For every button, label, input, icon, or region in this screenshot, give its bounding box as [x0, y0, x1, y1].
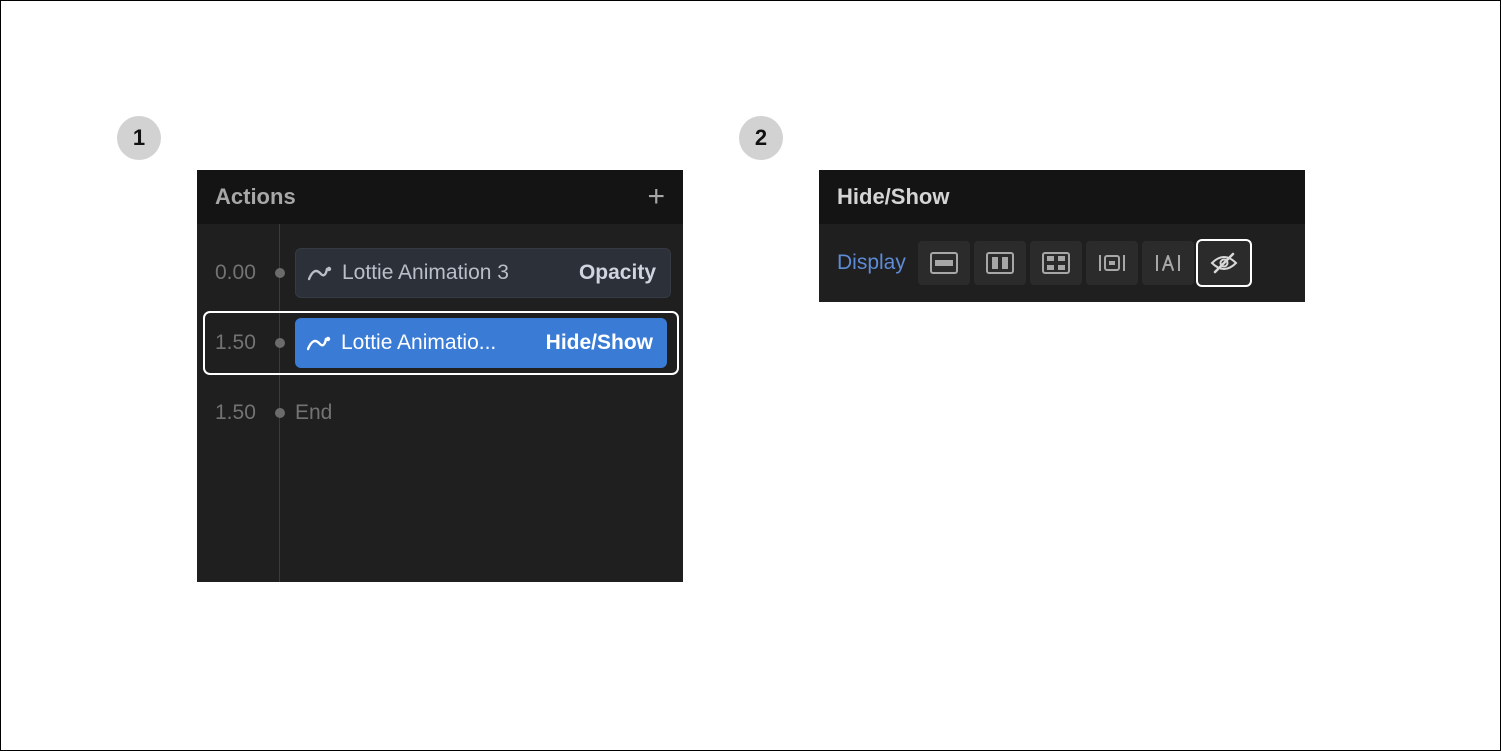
action-property: Hide/Show: [546, 331, 653, 355]
hideshow-panel-title: Hide/Show: [837, 184, 949, 210]
display-option-none[interactable]: [1198, 241, 1250, 285]
actions-panel-header: Actions +: [197, 170, 683, 224]
action-chip-hideshow[interactable]: Lottie Animatio... Hide/Show: [295, 318, 667, 368]
step-badge-1: 1: [117, 116, 161, 160]
lottie-icon: [307, 335, 331, 351]
flex-icon: [986, 252, 1014, 274]
action-time: 1.50: [215, 401, 267, 425]
hideshow-panel-header: Hide/Show: [819, 170, 1305, 224]
timeline-dot: [275, 338, 285, 348]
action-row: 1.50 Lottie Animatio... Hide/Show: [197, 308, 683, 378]
actions-panel-body: 0.00 Lottie Animation 3 Opacity 1.50: [197, 224, 683, 448]
action-chip-opacity[interactable]: Lottie Animation 3 Opacity: [295, 248, 671, 298]
action-name: Lottie Animation 3: [342, 261, 569, 285]
add-action-button[interactable]: +: [647, 182, 665, 212]
actions-panel: Actions + 0.00 Lottie Animation 3 Opacit…: [197, 170, 683, 582]
lottie-icon: [308, 265, 332, 281]
action-time: 1.50: [215, 331, 267, 355]
action-row: 0.00 Lottie Animation 3 Opacity: [197, 238, 683, 308]
display-option-inline[interactable]: [1142, 241, 1194, 285]
actions-panel-title: Actions: [215, 184, 296, 210]
action-property: Opacity: [579, 261, 656, 285]
display-option-flex[interactable]: [974, 241, 1026, 285]
display-option-grid[interactable]: [1030, 241, 1082, 285]
action-end-row: 1.50 End: [197, 378, 683, 448]
display-option-block[interactable]: [918, 241, 970, 285]
eye-off-icon: [1209, 252, 1239, 274]
hideshow-panel-body: Display: [819, 224, 1305, 302]
block-icon: [930, 252, 958, 274]
display-option-inline-block[interactable]: [1086, 241, 1138, 285]
action-name: Lottie Animatio...: [341, 331, 536, 355]
timeline-dot: [275, 408, 285, 418]
timeline-dot: [275, 268, 285, 278]
step-badge-2: 2: [739, 116, 783, 160]
end-label: End: [295, 401, 332, 425]
action-time: 0.00: [215, 261, 267, 285]
hideshow-panel: Hide/Show Display: [819, 170, 1305, 302]
display-label[interactable]: Display: [837, 251, 906, 275]
inline-block-icon: [1097, 252, 1127, 274]
display-segmented-control: [918, 241, 1250, 285]
grid-icon: [1042, 252, 1070, 274]
inline-icon: [1153, 252, 1183, 274]
